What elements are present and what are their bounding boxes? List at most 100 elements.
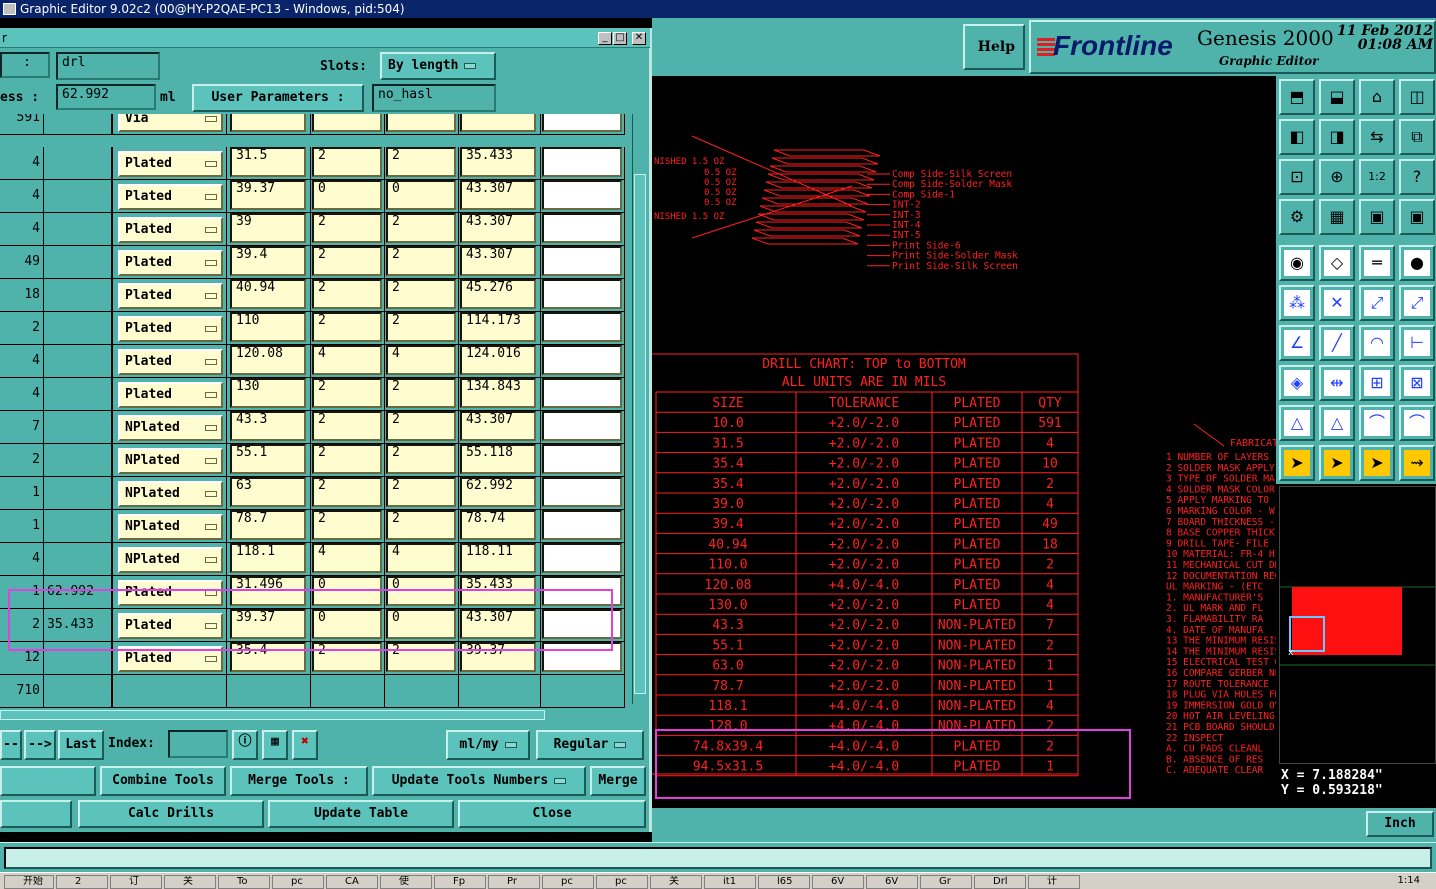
route-icon[interactable]: ⇝ — [1399, 445, 1435, 481]
slots-dropdown[interactable]: By length — [380, 52, 496, 80]
grid-icon[interactable]: ▦ — [1319, 199, 1355, 235]
type-dropdown[interactable]: Plated — [118, 349, 223, 375]
distance-icon[interactable]: ⇹ — [1319, 365, 1355, 401]
units-dropdown[interactable]: ml/my — [446, 730, 530, 760]
size-field[interactable]: 39.4 — [230, 246, 306, 276]
finish-size-field[interactable]: 43.307 — [460, 213, 536, 243]
measure-icon[interactable]: ⊞ — [1359, 365, 1395, 401]
vscroll-thumb[interactable] — [634, 174, 646, 694]
size-field[interactable]: 120.08 — [230, 345, 306, 375]
user-parameters-field[interactable]: no_hasl — [372, 84, 496, 112]
pad-icon[interactable]: ◉ — [1279, 245, 1315, 281]
minus-tol-field[interactable]: 2 — [386, 312, 456, 342]
table-row[interactable]: 710 — [0, 675, 630, 708]
taskbar-item[interactable]: 6V — [866, 875, 918, 889]
taskbar-item[interactable]: CA — [326, 875, 378, 889]
bit-field[interactable] — [542, 114, 622, 132]
finish-size-field[interactable]: 43.307 — [460, 411, 536, 441]
size-field[interactable]: 118.1 — [230, 543, 306, 573]
bit-field[interactable] — [542, 444, 622, 474]
delta-icon[interactable]: △ — [1319, 405, 1355, 441]
taskbar-item[interactable]: Pr — [488, 875, 540, 889]
taskbar-item[interactable]: 2 — [56, 875, 108, 889]
delete-icon[interactable]: ✖ — [292, 730, 318, 760]
type-dropdown[interactable]: Plated — [118, 283, 223, 309]
arc-icon[interactable]: ◠ — [1359, 325, 1395, 361]
table-row[interactable]: 4 Plated 39.37 0 0 43.307 — [0, 180, 630, 213]
bit-field[interactable] — [542, 312, 622, 342]
table-row[interactable]: 4 Plated 31.5 2 2 35.433 — [0, 147, 630, 180]
table-row[interactable]: 4 Plated 39 2 2 43.307 — [0, 213, 630, 246]
type-dropdown[interactable]: Plated — [118, 217, 223, 243]
units-button[interactable]: Inch — [1366, 811, 1434, 837]
plus-tol-field[interactable]: 2 — [312, 312, 382, 342]
minus-tol-field[interactable]: 2 — [386, 213, 456, 243]
minus-tol-field[interactable]: 2 — [386, 477, 456, 507]
update-table-button[interactable]: Update Table — [268, 800, 454, 828]
size-field[interactable]: 78.7 — [230, 510, 306, 540]
size-field[interactable]: 39 — [230, 213, 306, 243]
update-tools-numbers-dropdown[interactable]: Update Tools Numbers — [372, 766, 586, 796]
feature-icon[interactable]: ⊢ — [1399, 325, 1435, 361]
minus-tol-field[interactable]: 2 — [386, 510, 456, 540]
drill-layer-field[interactable]: drl — [56, 52, 160, 80]
ruler-icon[interactable]: ═ — [1359, 245, 1395, 281]
layer-toggle-icon[interactable]: ▣ — [1359, 199, 1395, 235]
taskbar-item[interactable]: Drl — [974, 875, 1026, 889]
minus-tol-field[interactable]: 0 — [386, 180, 456, 210]
type-dropdown[interactable]: NPlated — [118, 448, 223, 474]
connect-icon[interactable]: ⤢ — [1359, 285, 1395, 321]
hscroll-thumb[interactable] — [0, 710, 545, 720]
taskbar-item[interactable]: 订 — [110, 875, 162, 889]
minus-tol-field[interactable]: 4 — [386, 543, 456, 573]
snap-icon[interactable]: ⧉ — [1399, 119, 1435, 155]
table-row[interactable]: 49 Plated 39.4 2 2 43.307 — [0, 246, 630, 279]
layer-toggle-2-icon[interactable]: ▣ — [1399, 199, 1435, 235]
taskbar-item[interactable]: pc — [272, 875, 324, 889]
type-dropdown[interactable]: Plated — [118, 151, 223, 177]
help-button[interactable]: Help — [963, 24, 1025, 70]
plus-tol-field[interactable]: 4 — [312, 543, 382, 573]
plus-tol-field[interactable]: 2 — [312, 279, 382, 309]
finish-size-field[interactable]: 118.11 — [460, 543, 536, 573]
bit-field[interactable] — [542, 180, 622, 210]
pointer-icon[interactable]: ➤ — [1279, 445, 1315, 481]
taskbar-item[interactable]: it1 — [704, 875, 756, 889]
bit-field[interactable] — [542, 246, 622, 276]
line-edit-icon[interactable]: ◇ — [1319, 245, 1355, 281]
minimize-icon[interactable]: _ — [598, 32, 612, 45]
pan-right-icon[interactable]: ◨ — [1319, 119, 1355, 155]
table-row[interactable]: 591Via100013.78 — [0, 114, 630, 135]
next-button[interactable]: --> — [24, 730, 56, 760]
flip-icon[interactable]: ⇆ — [1359, 119, 1395, 155]
taskbar-item[interactable]: To — [218, 875, 270, 889]
bit-field[interactable] — [542, 543, 622, 573]
bit-field[interactable] — [542, 279, 622, 309]
combine-tools-button[interactable]: Combine Tools — [100, 766, 226, 796]
zoom-fit-icon[interactable]: ⊡ — [1279, 159, 1315, 195]
zoom-center-icon[interactable]: ⊕ — [1319, 159, 1355, 195]
plus-tol-field[interactable]: 2 — [312, 444, 382, 474]
finish-size-field[interactable]: 43.307 — [460, 180, 536, 210]
size-field[interactable]: 63 — [230, 477, 306, 507]
circle-icon[interactable]: ● — [1399, 245, 1435, 281]
taskbar-item[interactable]: 计 — [1028, 875, 1080, 889]
split-window-icon[interactable]: ◫ — [1399, 79, 1435, 115]
size-field[interactable]: 40.94 — [230, 279, 306, 309]
finish-size-field[interactable]: 45.276 — [460, 279, 536, 309]
maximize-icon[interactable]: □ — [613, 32, 627, 45]
table-row[interactable]: 1 NPlated 63 2 2 62.992 — [0, 477, 630, 510]
size-field[interactable]: 55.1 — [230, 444, 306, 474]
finish-size-field[interactable]: 55.118 — [460, 444, 536, 474]
mode-dropdown[interactable]: Regular — [536, 730, 644, 760]
table-row[interactable]: 4 NPlated 118.1 4 4 118.11 — [0, 543, 630, 576]
taskbar-item[interactable]: pc — [596, 875, 648, 889]
taskbar-item[interactable]: pc — [542, 875, 594, 889]
scale-1-2-icon[interactable]: 1:2 — [1359, 159, 1395, 195]
finish-size-field[interactable]: 43.307 — [460, 246, 536, 276]
plus-tol-field[interactable]: 2 — [312, 246, 382, 276]
minus-tol-field[interactable]: 4 — [386, 345, 456, 375]
angle-icon[interactable]: ∠ — [1279, 325, 1315, 361]
merge-button[interactable]: Merge — [590, 766, 646, 796]
taskbar-item[interactable]: 使 — [380, 875, 432, 889]
